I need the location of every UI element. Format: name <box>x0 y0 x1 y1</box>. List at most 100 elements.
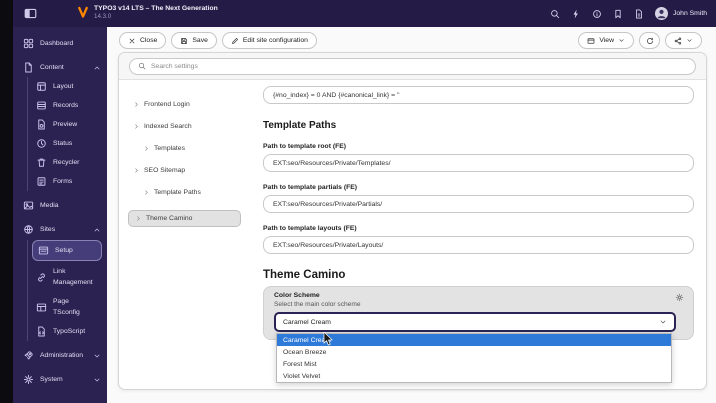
chevron-right-icon <box>135 215 142 222</box>
color-scheme-select[interactable]: Caramel Cream <box>274 312 676 332</box>
sidebar-item-status[interactable]: Status <box>28 134 107 153</box>
media-icon <box>23 200 34 211</box>
chevron-up-icon <box>93 226 101 234</box>
sidebar-group-sites[interactable]: Sites <box>13 220 107 239</box>
card-body: Frontend Login Indexed Search Templates … <box>119 80 706 389</box>
sidebar-item-forms[interactable]: Forms <box>28 172 107 191</box>
option-violet-velvet[interactable]: Violet Velvet <box>277 370 671 382</box>
chevron-right-icon <box>133 167 140 174</box>
tree-item-template-paths[interactable]: Template Paths <box>131 188 241 197</box>
view-button[interactable]: View <box>578 32 634 49</box>
save-icon <box>180 37 188 45</box>
system-icon <box>23 374 34 385</box>
avatar <box>654 7 668 20</box>
chevron-down-icon <box>618 37 625 44</box>
settings-form: Template Paths Path to template root (FE… <box>251 80 706 389</box>
color-scheme-panel: Color Scheme Select the main color schem… <box>263 286 694 383</box>
typoscript-icon <box>36 326 47 337</box>
sidebar-group-administration[interactable]: Administration <box>13 346 107 365</box>
sidebar-item-media[interactable]: Media <box>13 196 107 215</box>
card-header <box>119 53 706 80</box>
sidebar-item-setup[interactable]: Setup <box>32 240 102 261</box>
tree-item-seo-sitemap[interactable]: SEO Sitemap <box>131 166 241 175</box>
color-scheme-dropdown: Caramel Cream Ocean Breeze Forest Mist V… <box>276 333 672 383</box>
tree-item-theme-camino[interactable]: Theme Camino <box>128 210 241 227</box>
sidebar-item-typoscript[interactable]: TypoScript <box>28 322 107 341</box>
sidebar: Dashboard Content Layout Records Preview… <box>13 27 107 403</box>
chevron-down-icon <box>93 376 101 384</box>
sidebar-toggle-icon[interactable] <box>24 7 37 20</box>
sidebar-item-preview[interactable]: Preview <box>28 115 107 134</box>
main-area: Close Save Edit site configuration View <box>107 27 716 403</box>
tree-item-frontend-login[interactable]: Frontend Login <box>131 100 241 109</box>
gear-icon[interactable] <box>675 293 684 302</box>
save-button[interactable]: Save <box>171 32 217 49</box>
sidebar-item-page-tsconfig[interactable]: Page TSconfig <box>28 292 107 322</box>
condition-input[interactable] <box>263 86 694 104</box>
refresh-button[interactable] <box>639 32 660 49</box>
page-tsconfig-icon <box>36 302 47 313</box>
layout-icon <box>36 81 47 92</box>
search-icon <box>138 62 146 70</box>
chevron-right-icon <box>133 101 140 108</box>
bolt-icon[interactable] <box>571 9 581 19</box>
panel-title: Color Scheme <box>274 292 320 299</box>
topbar: TYPO3 v14 LTS – The Next Generation 14.3… <box>13 0 716 27</box>
option-forest-mist[interactable]: Forest Mist <box>277 358 671 370</box>
option-caramel-cream[interactable]: Caramel Cream <box>277 334 671 346</box>
typo3-logo-icon <box>77 6 89 18</box>
sidebar-group-content[interactable]: Content <box>13 58 107 77</box>
sidebar-item-layout[interactable]: Layout <box>28 77 107 96</box>
search-input[interactable] <box>151 62 687 70</box>
tree-item-templates[interactable]: Templates <box>131 144 241 153</box>
panel-description: Select the main color scheme <box>274 301 361 308</box>
administration-icon <box>23 350 34 361</box>
select-value: Caramel Cream <box>283 318 331 326</box>
brand: TYPO3 v14 LTS – The Next Generation 14.3… <box>77 4 218 21</box>
dashboard-icon <box>23 38 34 49</box>
close-button[interactable]: Close <box>119 32 167 49</box>
chevron-right-icon <box>143 145 150 152</box>
field-label: Path to template layouts (FE) <box>263 225 357 232</box>
topbar-actions: John Smith <box>550 0 707 27</box>
doc-toolbar: Close Save Edit site configuration View <box>107 27 716 49</box>
settings-search[interactable] <box>129 57 696 75</box>
field-template-layouts: Path to template layouts (FE) <box>263 225 694 254</box>
sites-subgroup: Setup Link Management Page TSconfig Typo… <box>27 240 107 341</box>
sites-icon <box>23 224 34 235</box>
settings-card: Frontend Login Indexed Search Templates … <box>118 52 707 390</box>
user-menu[interactable]: John Smith <box>654 7 707 20</box>
screen: TYPO3 v14 LTS – The Next Generation 14.3… <box>0 0 716 403</box>
template-layouts-input[interactable] <box>263 236 694 254</box>
chevron-right-icon <box>143 189 150 196</box>
chevron-down-icon <box>93 352 101 360</box>
template-root-input[interactable] <box>263 154 694 172</box>
share-button[interactable] <box>665 32 702 49</box>
share-icon <box>674 37 682 45</box>
preview-icon <box>36 119 47 130</box>
sidebar-item-records[interactable]: Records <box>28 96 107 115</box>
letterbox-strip <box>0 0 13 403</box>
pencil-icon <box>231 37 239 45</box>
tree-item-indexed-search[interactable]: Indexed Search <box>131 122 241 131</box>
option-ocean-breeze[interactable]: Ocean Breeze <box>277 346 671 358</box>
chevron-down-icon <box>659 318 667 326</box>
close-icon <box>128 37 136 45</box>
field-label: Path to template partials (FE) <box>263 184 358 191</box>
help-icon[interactable] <box>592 9 602 19</box>
chevron-down-icon <box>686 37 693 44</box>
sidebar-item-link-management[interactable]: Link Management <box>28 262 107 292</box>
sidebar-group-system[interactable]: System <box>13 370 107 389</box>
bookmark-icon[interactable] <box>613 9 623 19</box>
edit-site-configuration-button[interactable]: Edit site configuration <box>221 32 317 49</box>
link-icon <box>36 272 47 283</box>
search-icon[interactable] <box>550 9 560 19</box>
sidebar-item-recycler[interactable]: Recycler <box>28 153 107 172</box>
settings-tree: Frontend Login Indexed Search Templates … <box>119 80 251 389</box>
template-partials-input[interactable] <box>263 195 694 213</box>
document-icon[interactable] <box>634 9 644 19</box>
app-version: 14.3.0 <box>94 13 112 20</box>
color-scheme-select-wrap: Caramel Cream Caramel Cream Ocean Breeze… <box>274 312 676 383</box>
sidebar-item-dashboard[interactable]: Dashboard <box>13 34 107 53</box>
app-title: TYPO3 v14 LTS – The Next Generation <box>94 5 218 12</box>
